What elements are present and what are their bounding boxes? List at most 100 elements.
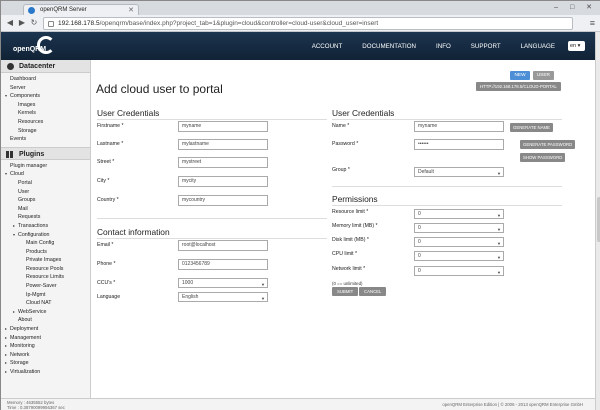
sidebar-item-configuration[interactable]: ▾ Configuration [1,231,90,240]
sidebar-item-resources[interactable]: Resources [1,118,90,127]
sidebar-item-server[interactable]: Server [1,84,90,93]
language-field-select[interactable]: English ▼ [178,292,268,302]
phone-input[interactable]: 0123456789 [178,259,268,270]
disk-limit-label: Disk limit (MB) * [332,237,369,243]
sidebar-item-label: Storage [10,360,29,367]
generate-name-button[interactable]: GENERATE NAME [510,123,553,132]
street-input[interactable]: mystreet [178,157,268,168]
memory-limit-value: 0 [418,225,421,231]
sidebar-item-requests[interactable]: Requests [1,213,90,222]
language-select[interactable]: en ▾ [568,41,585,51]
submit-button[interactable]: SUBMIT [332,287,359,296]
sidebar-item-network[interactable]: ▸ Network [1,351,90,360]
address-bar[interactable]: 192.168.178.5/openqrm/base/index.php?pro… [43,17,573,30]
divider [97,218,327,219]
browser-menu-icon[interactable]: ≡ [590,18,595,28]
sidebar-item-storage[interactable]: ▸ Storage [1,359,90,368]
ccus-label: CCU's * [97,280,116,286]
sidebar-item-power-saver[interactable]: Power-Saver [1,282,90,291]
back-icon[interactable]: ◀ [5,18,15,28]
reload-icon[interactable]: ↻ [29,18,39,28]
sidebar-item-images[interactable]: Images [1,101,90,110]
sidebar-item-deployment[interactable]: ▸ Deployment [1,325,90,334]
nav-support[interactable]: SUPPORT [461,43,511,50]
plugins-header[interactable]: Plugins [1,146,90,160]
browser-window: openQRM Server ✕ ‒ □ ✕ ◀ ▶ ↻ 192.168.178… [0,0,600,410]
forward-icon[interactable]: ▶ [17,18,27,28]
sidebar-item-events[interactable]: Events [1,135,90,144]
cpu-limit-value: 0 [418,253,421,259]
sidebar-item-dashboard[interactable]: Dashboard [1,75,90,84]
sidebar-item-transactions[interactable]: ▸ Transactions [1,222,90,231]
sidebar-item-storage[interactable]: Storage [1,127,90,136]
city-input[interactable]: mycity [178,176,268,187]
datacenter-title: Datacenter [19,63,56,70]
url-path: /openqrm/base/index.php?project_tab=1&pl… [99,20,379,27]
divider [332,186,562,187]
window-controls[interactable]: ‒ □ ✕ [554,3,597,11]
plugins-icon [6,150,13,158]
nav-info[interactable]: INFO [426,43,461,50]
network-limit-value: 0 [418,268,421,274]
language-label: Language [97,294,121,300]
new-button[interactable]: NEW [510,71,530,80]
chevron-down-icon: ▼ [497,255,501,260]
sidebar-item-products[interactable]: Products [1,248,90,257]
sidebar-item-management[interactable]: ▸ Management [1,334,90,343]
disk-limit-select[interactable]: 0 ▼ [414,237,504,247]
ccus-select[interactable]: 1000 ▼ [178,278,268,288]
sidebar-item-main-config[interactable]: Main Config [1,239,90,248]
sidebar-item-components[interactable]: ▾ Components [1,92,90,101]
datacenter-header[interactable]: Datacenter [1,60,90,73]
nav-language-label: LANGUAGE [520,42,555,50]
sidebar-item-label: Cloud NAT [26,300,52,307]
user-button[interactable]: USER [532,71,554,80]
sidebar-item-webservice[interactable]: ▸ WebService [1,308,90,317]
nav-account[interactable]: ACCOUNT [302,43,353,50]
password-input[interactable]: •••••• [414,139,504,150]
sidebar-item-label: Server [10,84,26,91]
sidebar-item-label: Groups [18,197,36,204]
sidebar-item-user[interactable]: User [1,188,90,197]
copyright: openQRM Enterprise Edition | © 2006 - 20… [442,402,583,407]
sidebar-item-resource-pools[interactable]: Resource Pools [1,265,90,274]
sidebar-item-portal[interactable]: Portal [1,179,90,188]
firstname-input[interactable]: myname [178,121,268,132]
show-password-button[interactable]: SHOW PASSWORD [520,153,566,162]
email-input[interactable]: root@localhost [178,240,268,251]
contact-information-title: Contact information [97,227,170,237]
cloud-portal-link-button[interactable]: HTTP://192.168.178.5/CLOUD-PORTAL [476,82,561,91]
sidebar-item-label: Portal [18,179,32,186]
sidebar-item-label: WebService [18,308,47,315]
cpu-limit-label: CPU limit * [332,251,358,257]
resource-limit-select[interactable]: 0 ▼ [414,209,504,219]
sidebar-item-mail[interactable]: Mail [1,205,90,214]
sidebar-item-virtualization[interactable]: ▸ Virtualization [1,368,90,377]
permissions-title: Permissions [332,194,378,204]
cpu-limit-select[interactable]: 0 ▼ [414,251,504,261]
sidebar-item-cloud-nat[interactable]: Cloud NAT [1,299,90,308]
page-scrollbar[interactable] [595,32,600,410]
sidebar-item-kernels[interactable]: Kernels [1,109,90,118]
lastname-input[interactable]: mylastname [178,139,268,150]
sidebar-item-resource-limits[interactable]: Resource Limits [1,273,90,282]
sidebar-item-cloud[interactable]: ▾ Cloud [1,170,90,179]
generate-password-button[interactable]: GENERATE PASSWORD [520,140,576,149]
sidebar-item-ip-mgmt[interactable]: Ip-Mgmt [1,291,90,300]
footer: Memory : 4635552 bytes Time : 0.38790099… [1,398,595,410]
sidebar-item-about[interactable]: About [1,316,90,325]
chevron-down-icon: ▼ [261,296,265,301]
sidebar-item-plugin-manager[interactable]: Plugin manager [1,162,90,171]
country-input[interactable]: mycountry [178,195,268,206]
sidebar-item-monitoring[interactable]: ▸ Monitoring [1,342,90,351]
name-input[interactable]: myname [414,121,504,132]
network-limit-select[interactable]: 0 ▼ [414,266,504,276]
sidebar-item-groups[interactable]: Groups [1,196,90,205]
sidebar-item-private-images[interactable]: Private Images [1,256,90,265]
cancel-button[interactable]: CANCEL [359,287,387,296]
memory-limit-select[interactable]: 0 ▼ [414,223,504,233]
nav-documentation[interactable]: DOCUMENTATION [352,43,426,50]
browser-tab[interactable]: openQRM Server ✕ [23,4,139,15]
openqrm-logo[interactable]: openQRM [13,36,73,58]
group-select[interactable]: Default ▼ [414,167,504,177]
